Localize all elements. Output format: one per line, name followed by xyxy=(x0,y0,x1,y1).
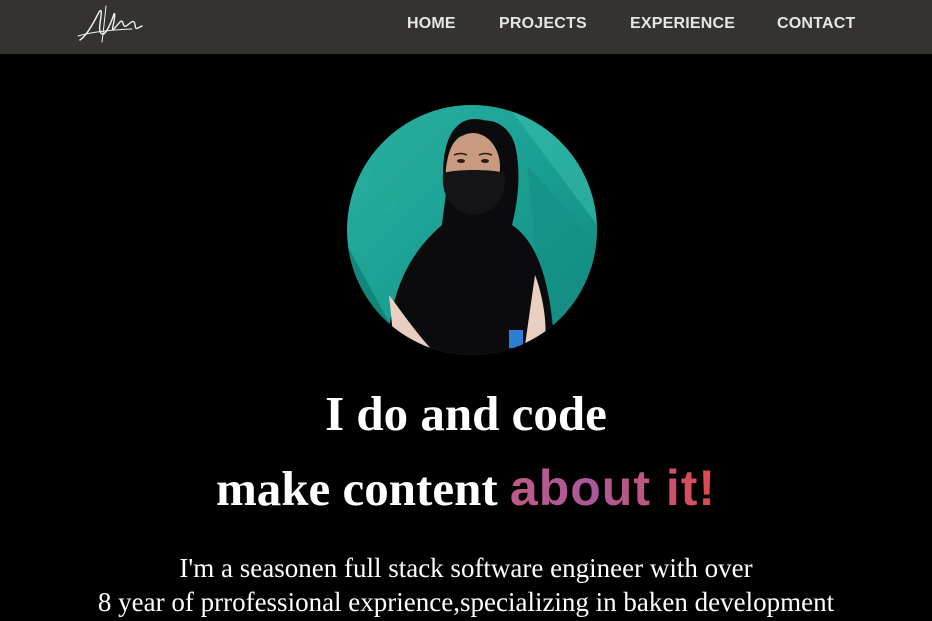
nav-projects-link[interactable]: PROJECTS xyxy=(499,15,587,33)
signature-logo-icon[interactable] xyxy=(72,2,148,48)
logo-signature-svg xyxy=(77,5,143,43)
hero-headline-line1: I do and code xyxy=(325,386,607,441)
navbar: HOME PROJECTS EXPERIENCE CONTACT xyxy=(0,0,932,54)
hero-bio-line1: I'm a seasonen full stack software engin… xyxy=(179,553,753,583)
hero-bio-line2: 8 year of prrofessional exprience,specia… xyxy=(97,587,835,617)
nav-contact-link[interactable]: CONTACT xyxy=(777,15,855,33)
profile-avatar xyxy=(347,105,597,355)
nav-experience-link[interactable]: EXPERIENCE xyxy=(630,15,735,33)
hero-headline-highlight: about it! xyxy=(509,460,717,516)
hero-headline-line2: make content about it! xyxy=(0,463,932,513)
nav-home-link[interactable]: HOME xyxy=(407,15,456,33)
profile-photo xyxy=(347,105,597,355)
hero-headline-prefix: make content xyxy=(215,461,510,516)
